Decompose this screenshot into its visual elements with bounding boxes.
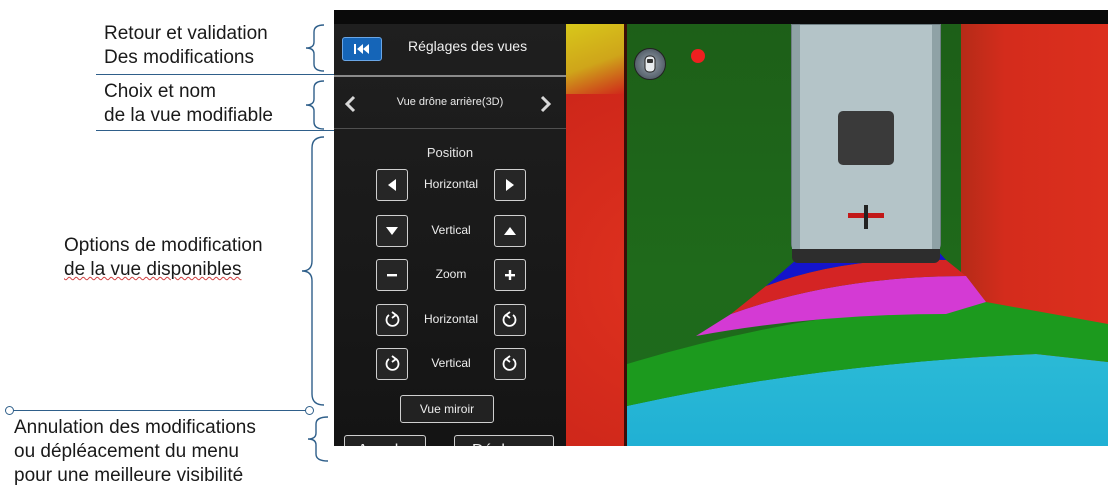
view-name: Vue drône arrière(3D) [396,96,504,108]
separator-line [10,410,310,411]
annotation-line: Choix et nom [104,81,216,102]
zoom-out-button[interactable] [376,259,408,291]
vehicle-edge [792,25,800,251]
rotate-horizontal-ccw-button[interactable] [376,304,408,336]
rotate-horizontal-cw-button[interactable] [494,304,526,336]
control-label: Zoom [435,267,467,281]
skip-back-icon [354,44,369,54]
chevron-right-icon [540,95,552,113]
brace-icon [302,24,326,72]
zoom-control: Zoom [376,259,526,293]
annotation-line: Options de modification [64,235,263,256]
annotation-line: Annulation des modifications [14,417,256,438]
brace-icon [302,80,326,130]
plus-icon [505,270,515,280]
control-label: Horizontal [423,177,479,191]
annotation-cancel-move: Annulation des modifications ou dépléace… [14,416,256,488]
previous-view-button[interactable] [342,95,360,113]
vehicle-hitch [864,205,868,229]
back-validate-button[interactable] [342,37,382,61]
annotation-options: Options de modification de la vue dispon… [64,234,263,282]
divider [334,128,566,129]
rotate-ccw-icon [385,355,400,371]
vehicle-bumper [792,249,940,263]
move-left-button[interactable] [376,169,408,201]
record-indicator-icon [691,49,705,63]
move-right-button[interactable] [494,169,526,201]
minus-icon [387,274,397,277]
device-screen: Réglages des vues Vue drône arrière(3D) … [334,10,1108,446]
cancel-button[interactable]: Annuler [344,435,426,446]
control-label: Horizontal [423,312,479,326]
move-menu-button[interactable]: Déplacer [454,435,554,446]
horizontal-rotate-control: Horizontal [376,304,526,338]
rotate-vertical-cw-button[interactable] [494,348,526,380]
rotate-cw-icon [502,311,517,327]
arrow-up-icon [504,227,516,235]
move-up-button[interactable] [494,215,526,247]
car-view-icon[interactable] [634,48,666,80]
separator-line [96,130,334,131]
brace-icon [300,416,330,462]
arrow-down-icon [386,227,398,235]
chevron-left-icon [344,95,356,113]
move-down-button[interactable] [376,215,408,247]
annotation-line: de la vue disponibles [64,259,242,280]
car-icon [644,55,656,73]
rotate-ccw-icon [385,311,400,327]
annotation-view-choice: Choix et nom de la vue modifiable [104,80,273,128]
vehicle-top-view [791,24,941,263]
annotation-line: Retour et validation [104,23,268,44]
separator-end-dot [5,406,14,415]
section-title: Position [426,145,474,160]
camera-view [566,24,1108,446]
vehicle-edge [932,25,940,251]
annotation-line: de la vue modifiable [104,105,273,126]
annotation-back-validation: Retour et validation Des modifications [104,22,268,70]
mirror-view-button[interactable]: Vue miroir [400,395,494,423]
vertical-move-control: Vertical [376,215,526,249]
next-view-button[interactable] [536,95,554,113]
rotate-vertical-ccw-button[interactable] [376,348,408,380]
horizontal-move-control: Horizontal [376,169,526,203]
separator-end-dot [305,406,314,415]
control-label: Vertical [431,356,471,370]
panel-title: Réglages des vues [408,38,528,54]
annotation-line: pour une meilleure visibilité [14,465,244,486]
divider [334,75,566,77]
brace-icon [290,136,326,406]
separator-line [96,74,334,75]
annotation-line: ou dépléacement du menu [14,441,239,462]
vehicle-rear-window [838,111,894,165]
zoom-in-button[interactable] [494,259,526,291]
control-label: Vertical [431,223,471,237]
annotation-line: Des modifications [104,47,254,68]
view-selector: Vue drône arrière(3D) [334,88,566,120]
view-settings-panel: Réglages des vues Vue drône arrière(3D) … [334,24,566,446]
rotate-cw-icon [502,355,517,371]
arrow-right-icon [506,179,514,191]
arrow-left-icon [388,179,396,191]
panel-header: Réglages des vues [334,24,566,74]
vertical-rotate-control: Vertical [376,348,526,382]
